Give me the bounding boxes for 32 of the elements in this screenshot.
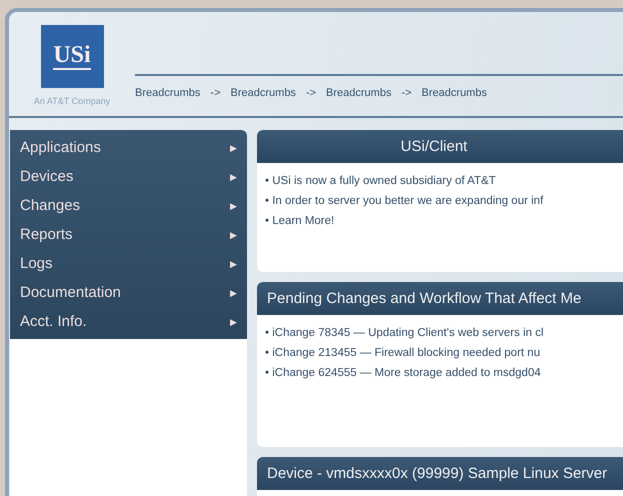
menu-item[interactable]: Devices [20, 168, 74, 185]
menu-item[interactable]: Applications [20, 139, 101, 156]
submenu-arrow: ▶ [230, 230, 237, 240]
panel-title: Device - vmdsxxxx0x (99999) Sample Linux Server [267, 465, 608, 482]
logo-tagline: An AT&T Company [34, 96, 110, 106]
submenu-arrow: ▶ [230, 288, 237, 298]
submenu-arrow: ▶ [230, 258, 237, 268]
menu-item[interactable]: Reports [20, 226, 73, 243]
breadcrumb-separator: -> [210, 87, 221, 99]
submenu-arrow: ▶ [230, 172, 237, 182]
breadcrumb-link[interactable]: Breadcrumbs [422, 87, 487, 99]
menu-item[interactable]: Changes [20, 197, 80, 214]
panel-title: Pending Changes and Workflow That Affect Me [267, 290, 582, 307]
panel-item: • iChange 78345 — Updating Client's web servers in cl [265, 327, 545, 339]
breadcrumb-separator: -> [401, 87, 412, 99]
panel-item: • iChange 624555 — More storage added to msdgd04 [265, 367, 542, 379]
submenu-arrow: ▶ [230, 316, 237, 326]
submenu-arrow: ▶ [230, 200, 237, 210]
panel-item: • USi is now a fully owned subsidiary of AT&T [265, 175, 497, 187]
panel-item: • Learn More! [265, 215, 336, 227]
breadcrumb-link[interactable]: Breadcrumbs [326, 87, 392, 99]
panel-title: USi/Client [400, 138, 468, 155]
panel-item: • iChange 213455 — Firewall blocking needed port nu [265, 347, 542, 359]
menu-item[interactable]: Acct. Info. [20, 313, 87, 330]
breadcrumb-link[interactable]: Breadcrumbs [135, 87, 200, 99]
breadcrumb-link[interactable]: Breadcrumbs [230, 87, 296, 99]
menu-item[interactable]: Documentation [20, 284, 121, 301]
breadcrumb-separator: -> [306, 87, 316, 99]
panel-item: • In order to server you better we are expanding our inf [265, 195, 544, 207]
submenu-arrow: ▶ [230, 142, 237, 152]
menu-item[interactable]: Logs [20, 255, 53, 272]
logo-text: USi [53, 42, 91, 70]
